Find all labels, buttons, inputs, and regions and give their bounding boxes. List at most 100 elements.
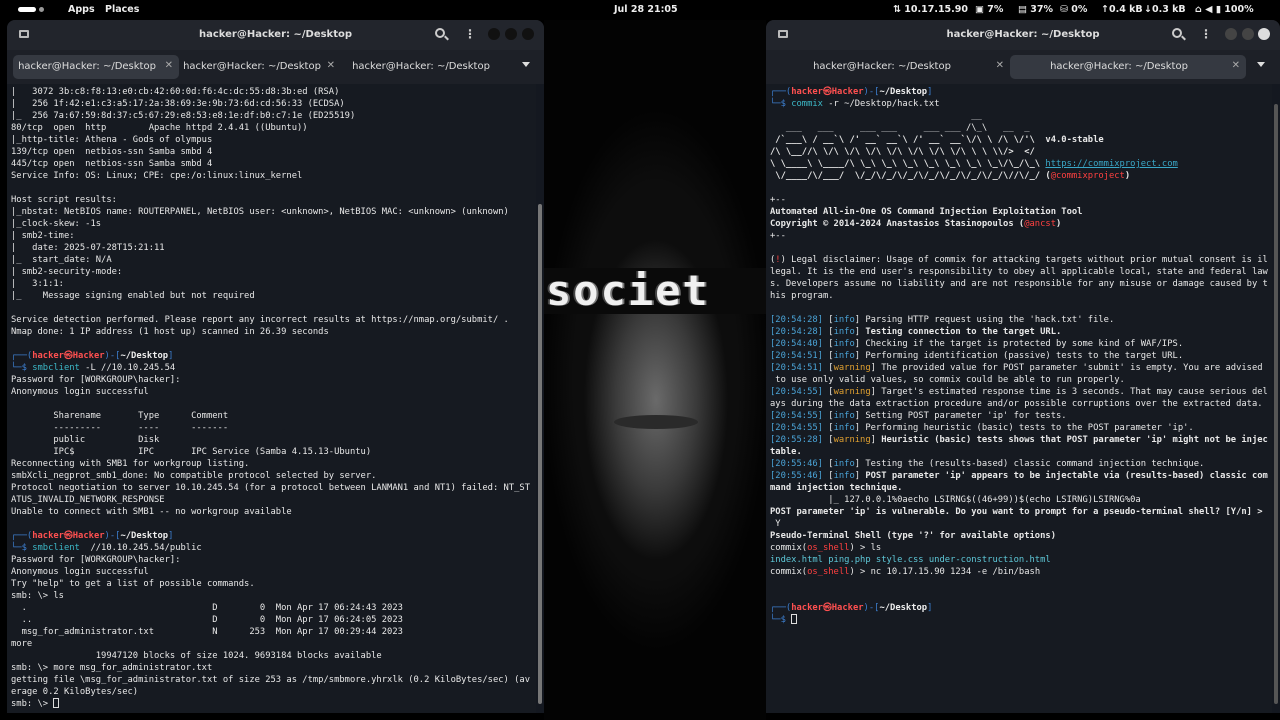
scrollbar-thumb[interactable]	[1274, 104, 1278, 704]
terminal-line: Service Info: OS: Linux; CPE: cpe:/o:lin…	[11, 170, 536, 182]
terminal-line: \ \____\ \____/\ \_\ \_\ \_\ \_\ \_\ \_\…	[770, 158, 1272, 170]
cpu-icon: ▣	[975, 4, 984, 15]
window-titlebar[interactable]: hacker@Hacker: ~/Desktop ⋮	[7, 20, 544, 50]
terminal-line: smb: \> more msg_for_administrator.txt	[11, 662, 536, 674]
terminal-line: 139/tcp open netbios-ssn Samba smbd 4	[11, 146, 536, 158]
scrollbar[interactable]	[538, 84, 543, 713]
terminal-line: /\ \__//\ \/\ \/\ \/\ \/\ \/\ \/\ \/\ \ …	[770, 146, 1272, 158]
close-tab-icon[interactable]: ✕	[165, 60, 173, 71]
menu-kebab-icon[interactable]: ⋮	[1200, 28, 1212, 40]
menu-kebab-icon[interactable]: ⋮	[464, 28, 476, 40]
close-button[interactable]	[1258, 28, 1270, 40]
terminal-cursor	[53, 698, 60, 708]
terminal-text: +--	[770, 231, 786, 241]
terminal-text: info	[833, 315, 855, 325]
close-tab-icon[interactable]: ✕	[1232, 60, 1240, 71]
terminal-text: /`___\ / __`\ /' __` __`\ /' __` __`\/\ …	[770, 135, 1046, 145]
minimize-button[interactable]	[488, 28, 500, 40]
tab-1[interactable]: hacker@Hacker: ~/Desktop ✕	[772, 55, 1010, 79]
terminal-text: Testing connection to the target URL.	[865, 327, 1062, 337]
terminal-text: Automated All-in-One OS Command Injectio…	[770, 207, 1083, 217]
terminal-text: [	[822, 459, 834, 469]
terminal-line: |_nbstat: NetBIOS name: ROUTERPANEL, Net…	[11, 206, 536, 218]
tab-list-chevron-down-icon[interactable]	[1257, 62, 1265, 67]
terminal-text: [	[822, 387, 834, 397]
tab-bar: hacker@Hacker: ~/Desktop ✕ hacker@Hacker…	[7, 50, 544, 84]
terminal-line: | smb2-security-mode:	[11, 266, 536, 278]
terminal-text: smbXcli_negprot_smb1_done: No compatible…	[11, 471, 377, 481]
terminal-text: warning	[833, 363, 871, 373]
terminal-line: Reconnecting with SMB1 for workgroup lis…	[11, 458, 536, 470]
tab-list-chevron-down-icon[interactable]	[522, 62, 530, 67]
ip-indicator: ⇅ 10.17.15.90	[893, 4, 968, 15]
terminal-text: hacker㉿Hacker	[32, 531, 105, 541]
terminal-text: [20:55:46]	[770, 471, 823, 481]
terminal-text: ]	[168, 351, 174, 361]
tab-1[interactable]: hacker@Hacker: ~/Desktop ✕	[13, 55, 179, 79]
terminal-line: Pseudo-Terminal Shell (type '?' for avai…	[770, 530, 1272, 542]
places-menu[interactable]: Places	[105, 4, 139, 15]
clock[interactable]: Jul 28 21:05	[614, 4, 678, 15]
tab-2[interactable]: hacker@Hacker: ~/Desktop ✕	[1010, 55, 1246, 79]
close-tab-icon[interactable]: ✕	[996, 60, 1004, 71]
terminal-text: info	[833, 471, 855, 481]
terminal-text: Y	[770, 519, 781, 529]
terminal-text: hacker㉿Hacker	[791, 87, 864, 97]
terminal-text: [20:54:28]	[770, 315, 823, 325]
scrollbar-thumb[interactable]	[538, 204, 542, 704]
window-titlebar[interactable]: hacker@Hacker: ~/Desktop ⋮	[766, 20, 1280, 50]
terminal-text: Service Info: OS: Linux; CPE: cpe:/o:lin…	[11, 171, 303, 181]
terminal-text: [20:54:40]	[770, 339, 823, 349]
terminal-text: ~/Desktop	[879, 603, 928, 613]
terminal-text: [	[822, 327, 834, 337]
maximize-button[interactable]	[505, 28, 517, 40]
terminal-line: POST parameter 'ip' is vulnerable. Do yo…	[770, 506, 1272, 518]
terminal-line: |_ 127.0.0.1%0aecho LSIRNG$((46+99))$(ec…	[770, 494, 1272, 506]
terminal-line: |_http-title: Athena - Gods of olympus	[11, 134, 536, 146]
terminal-text: |_ Message signing enabled but not requi…	[11, 291, 255, 301]
terminal-line: to use only valid values, so commix coul…	[770, 374, 1272, 386]
tab-3[interactable]: hacker@Hacker: ~/Desktop	[347, 55, 513, 79]
terminal-text: | 3072 3b:c8:f8:13:e0:cb:42:60:0d:f6:4c:…	[11, 87, 340, 97]
terminal-text: Password for [WORKGROUP\hacker]:	[11, 555, 181, 565]
battery-icon: ▮	[1215, 4, 1221, 15]
close-button[interactable]	[522, 28, 534, 40]
terminal-text: Sharename Type Comment	[11, 411, 229, 421]
maximize-button[interactable]	[1242, 28, 1254, 40]
terminal-text: |_ 127.0.0.1%0aecho LSIRNG$((46+99))$(ec…	[770, 495, 1141, 505]
wired-network-icon: ⌂	[1195, 4, 1202, 15]
terminal-window-right[interactable]: hacker@Hacker: ~/Desktop ⋮ hacker@Hacker…	[766, 20, 1280, 713]
terminal-text: ~/Desktop	[879, 87, 928, 97]
terminal-text: [20:54:55]	[770, 411, 823, 421]
close-tab-icon[interactable]: ✕	[327, 60, 335, 71]
terminal-line: Anonymous login successful	[11, 566, 536, 578]
terminal-line: Nmap done: 1 IP address (1 host up) scan…	[11, 326, 536, 338]
terminal-text: . D 0 Mon Apr 17 06:24:43 2023	[11, 603, 403, 613]
terminal-line: (!) Legal disclaimer: Usage of commix fo…	[770, 254, 1272, 266]
terminal-line: Protocol negotiation to server 10.10.245…	[11, 482, 536, 494]
apps-menu[interactable]: Apps	[68, 4, 95, 15]
terminal-line: [20:54:55] [info] Setting POST parameter…	[770, 410, 1272, 422]
terminal-window-left[interactable]: hacker@Hacker: ~/Desktop ⋮ hacker@Hacker…	[7, 20, 544, 713]
search-icon[interactable]	[435, 28, 445, 38]
terminal-line: . D 0 Mon Apr 17 06:24:43 2023	[11, 602, 536, 614]
system-tray[interactable]: ⌂ ◀ ▮ 100%	[1195, 4, 1254, 15]
search-icon[interactable]	[1172, 28, 1182, 38]
scrollbar[interactable]	[1274, 84, 1279, 713]
terminal-line: | 3072 3b:c8:f8:13:e0:cb:42:60:0d:f6:4c:…	[11, 86, 536, 98]
activities-button[interactable]	[18, 7, 58, 13]
terminal-line: ┌──(hacker㉿Hacker)-[~/Desktop]	[770, 86, 1272, 98]
terminal-output[interactable]: ┌──(hacker㉿Hacker)-[~/Desktop] └─$ commix…	[766, 84, 1272, 713]
terminal-line: --------- ---- -------	[11, 422, 536, 434]
download-indicator: ↓0.3 kB	[1144, 4, 1186, 15]
terminal-output[interactable]: | 3072 3b:c8:f8:13:e0:cb:42:60:0d:f6:4c:…	[7, 84, 536, 713]
terminal-text: \/____/\/___/ \/_/\/_/\/_/\/_/\/_/\/_/\/…	[770, 171, 1051, 181]
terminal-text: └─$	[770, 615, 792, 625]
tab-2[interactable]: hacker@Hacker: ~/Desktop ✕	[181, 55, 341, 79]
terminal-text: 445/tcp open netbios-ssn Samba smbd 4	[11, 159, 213, 169]
terminal-line: [20:54:28] [info] Parsing HTTP request u…	[770, 314, 1272, 326]
minimize-button[interactable]	[1225, 28, 1237, 40]
terminal-text: ]	[168, 531, 174, 541]
